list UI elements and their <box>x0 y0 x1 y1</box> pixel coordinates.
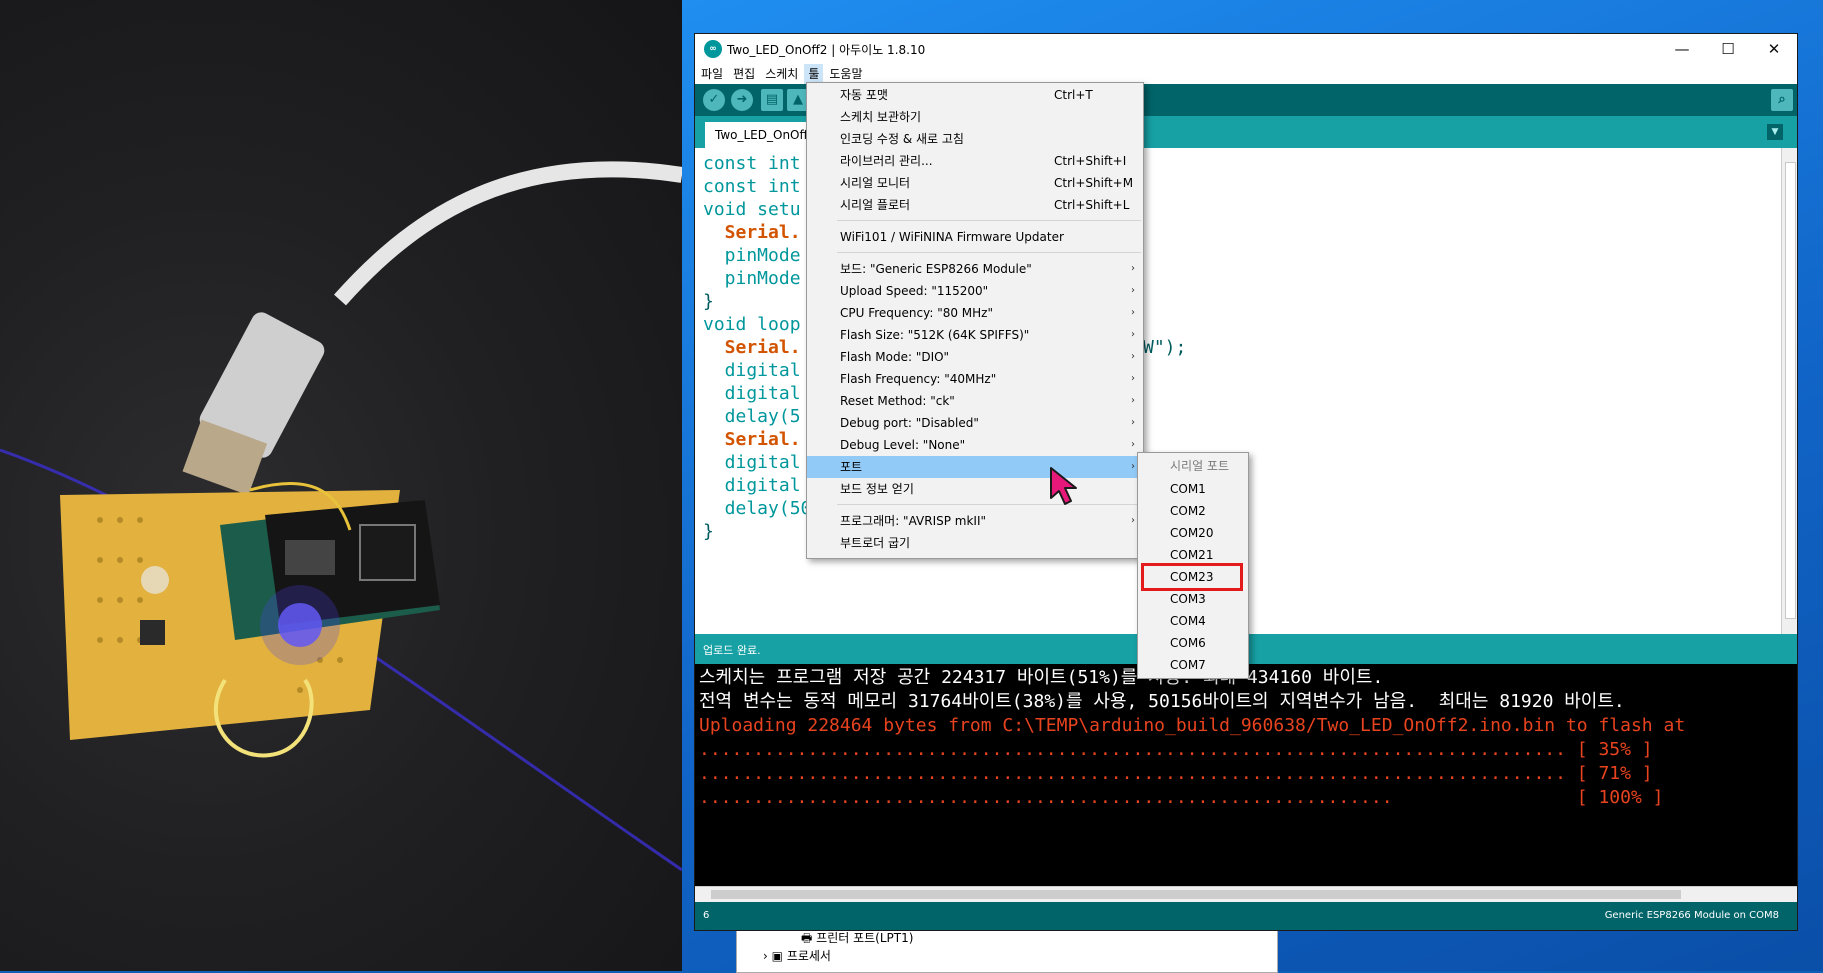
menu-file[interactable]: 파일 <box>697 64 727 84</box>
editor-vertical-scrollbar[interactable] <box>1781 148 1797 634</box>
menu-item-reset-method[interactable]: Reset Method: "ck" › <box>807 390 1143 412</box>
chevron-down-icon: ▼ <box>1771 127 1779 137</box>
serial-monitor-button[interactable]: ⌕ <box>1771 89 1793 111</box>
menu-item-burn-bootloader[interactable]: 부트로더 굽기 <box>807 532 1143 554</box>
chevron-right-icon: › <box>1131 285 1135 296</box>
menu-item-port[interactable]: 포트 › <box>807 456 1143 478</box>
chevron-right-icon: › <box>1131 439 1135 450</box>
chevron-right-icon: › <box>763 949 768 963</box>
menu-item-archive-sketch[interactable]: 스케치 보관하기 <box>807 106 1143 128</box>
console-line: 전역 변수는 동적 메모리 31764바이트(38%)를 사용, 50156바이… <box>699 691 1625 712</box>
port-item-com1[interactable]: COM1 <box>1170 478 1206 500</box>
port-item-com2[interactable]: COM2 <box>1170 500 1206 522</box>
com23-highlight-box <box>1141 563 1243 591</box>
menu-item-flash-mode[interactable]: Flash Mode: "DIO" › <box>807 346 1143 368</box>
menu-separator <box>837 220 1141 221</box>
menu-item-manage-libraries[interactable]: 라이브러리 관리... Ctrl+Shift+I <box>807 150 1143 172</box>
serial-port-heading: 시리얼 포트 <box>1170 459 1230 473</box>
menu-bar: 파일 편집 스케치 툴 도움말 <box>695 64 1797 84</box>
menu-item-board-info[interactable]: 보드 정보 얻기 <box>807 478 1143 500</box>
menu-item-upload-speed[interactable]: Upload Speed: "115200" › <box>807 280 1143 302</box>
breadboard-illustration <box>0 161 682 872</box>
close-button[interactable]: ✕ <box>1751 34 1797 64</box>
console-line: ........................................… <box>699 739 1653 760</box>
scrollbar-thumb[interactable] <box>711 890 1681 899</box>
chevron-right-icon: › <box>1131 351 1135 362</box>
code-line: pinMode <box>703 268 801 289</box>
menu-tools[interactable]: 툴 <box>804 64 824 84</box>
console-line: Uploading 228464 bytes from C:\TEMP\ardu… <box>699 715 1686 736</box>
chevron-right-icon: › <box>1131 515 1135 526</box>
maximize-button[interactable]: ☐ <box>1705 34 1751 64</box>
chevron-right-icon: › <box>1131 461 1135 472</box>
menu-separator <box>837 252 1141 253</box>
menu-edit[interactable]: 편집 <box>729 64 759 84</box>
device-manager-printer-port[interactable]: 🖶 프린터 포트(LPT1) <box>801 929 913 947</box>
console-horizontal-scrollbar[interactable] <box>695 886 1797 902</box>
printer-icon: 🖶 <box>801 931 813 945</box>
magnifier-icon: ⌕ <box>1778 92 1786 107</box>
port-item-com4[interactable]: COM4 <box>1170 610 1206 632</box>
console-output: 스케치는 프로그램 저장 공간 224317 바이트(51%)를 사용. 최대 … <box>695 664 1797 920</box>
menu-item-flash-frequency[interactable]: Flash Frequency: "40MHz" › <box>807 368 1143 390</box>
board-port-status: Generic ESP8266 Module on COM8 <box>1604 910 1779 921</box>
arrow-right-icon: ➜ <box>736 92 748 107</box>
line-number: 6 <box>703 910 710 921</box>
code-line-tail: W"); <box>1143 337 1187 358</box>
chevron-right-icon: › <box>1131 307 1135 318</box>
device-manager-processor[interactable]: › ▣ 프로세서 <box>763 947 831 965</box>
console-line: 스케치는 프로그램 저장 공간 224317 바이트(51%)를 사용. 최대 … <box>699 667 1384 688</box>
port-item-com3[interactable]: COM3 <box>1170 588 1206 610</box>
checkmark-icon: ✓ <box>708 92 720 107</box>
console-line: ........................................… <box>699 763 1653 784</box>
chevron-right-icon: › <box>1131 329 1135 340</box>
arrow-up-icon: ▲ <box>793 92 803 107</box>
processor-icon: ▣ <box>771 949 783 963</box>
menu-help[interactable]: 도움말 <box>825 64 866 84</box>
menu-item-serial-plotter[interactable]: 시리얼 플로터 Ctrl+Shift+L <box>807 194 1143 216</box>
tools-menu: 자동 포맷 Ctrl+T 스케치 보관하기 인코딩 수정 & 새로 고침 라이브러… <box>806 82 1144 559</box>
menu-item-cpu-frequency[interactable]: CPU Frequency: "80 MHz" › <box>807 302 1143 324</box>
scrollbar-thumb[interactable] <box>1785 162 1796 619</box>
menu-item-programmer[interactable]: 프로그래머: "AVRISP mkII" › <box>807 510 1143 532</box>
menu-item-debug-port[interactable]: Debug port: "Disabled" › <box>807 412 1143 434</box>
code-line: } <box>703 521 714 542</box>
device-manager-window: 🖶 프린터 포트(LPT1) › ▣ 프로세서 <box>736 928 1278 973</box>
chevron-right-icon: › <box>1131 373 1135 384</box>
chevron-right-icon: › <box>1131 417 1135 428</box>
new-sketch-button[interactable]: ▤ <box>761 89 783 111</box>
menu-item-firmware-updater[interactable]: WiFi101 / WiFiNINA Firmware Updater <box>807 226 1143 248</box>
menu-separator <box>837 504 1141 505</box>
arduino-logo-icon: ∞ <box>704 40 722 58</box>
menu-item-debug-level[interactable]: Debug Level: "None" › <box>807 434 1143 456</box>
chevron-right-icon: › <box>1131 263 1135 274</box>
menu-sketch[interactable]: 스케치 <box>761 64 802 84</box>
console-line: ........................................… <box>699 787 1664 808</box>
port-item-com7[interactable]: COM7 <box>1170 654 1206 676</box>
title-bar: ∞ Two_LED_OnOff2 | 아두이노 1.8.10 — ☐ ✕ <box>695 34 1797 64</box>
menu-item-serial-monitor[interactable]: 시리얼 모니터 Ctrl+Shift+M <box>807 172 1143 194</box>
menu-item-fix-encoding[interactable]: 인코딩 수정 & 새로 고침 <box>807 128 1143 150</box>
status-message: 업로드 완료. <box>703 644 761 657</box>
menu-item-board[interactable]: 보드: "Generic ESP8266 Module" › <box>807 258 1143 280</box>
upload-button[interactable]: ➜ <box>731 89 753 111</box>
port-item-com6[interactable]: COM6 <box>1170 632 1206 654</box>
window-title: Two_LED_OnOff2 | 아두이노 1.8.10 <box>727 42 926 57</box>
minimize-button[interactable]: — <box>1659 34 1705 64</box>
menu-item-auto-format[interactable]: 자동 포맷 Ctrl+T <box>807 84 1143 106</box>
verify-button[interactable]: ✓ <box>703 89 725 111</box>
tab-menu-button[interactable]: ▼ <box>1767 124 1783 140</box>
menu-item-flash-size[interactable]: Flash Size: "512K (64K SPIFFS)" › <box>807 324 1143 346</box>
new-file-icon: ▤ <box>765 92 779 107</box>
esp8266-breadboard-photo <box>0 0 682 971</box>
mouse-pointer-icon <box>1050 467 1077 505</box>
chevron-right-icon: › <box>1131 395 1135 406</box>
port-item-com20[interactable]: COM20 <box>1170 522 1213 544</box>
footer-bar: 6 Generic ESP8266 Module on COM8 <box>695 902 1797 930</box>
